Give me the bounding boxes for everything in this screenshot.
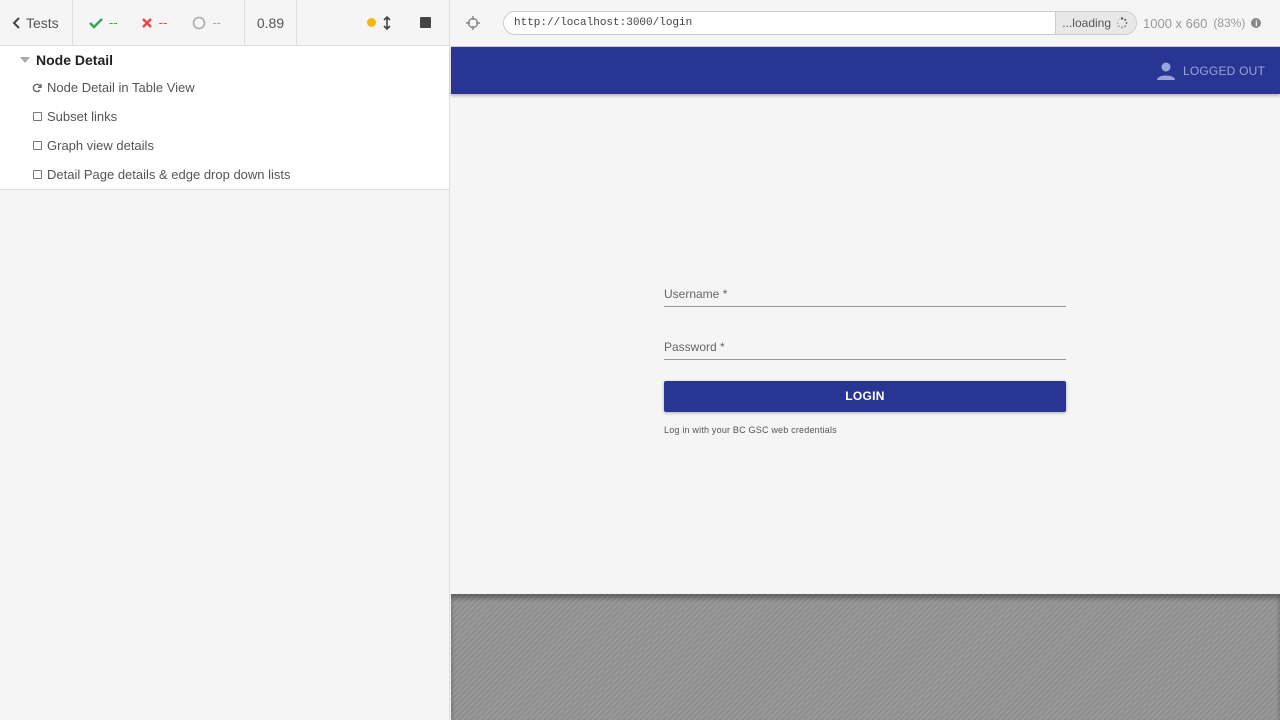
x-icon — [141, 17, 152, 28]
test-item[interactable]: Node Detail in Table View — [0, 73, 449, 102]
login-form: Username * Password * LOGIN Log in with … — [664, 281, 1066, 435]
loading-label: ...loading — [1062, 16, 1111, 30]
duration: 0.89 — [245, 0, 297, 45]
test-label: Subset links — [47, 109, 118, 124]
viewport-scale: (83%) — [1213, 16, 1246, 30]
test-label: Node Detail in Table View — [47, 80, 195, 95]
suite-title-row[interactable]: Node Detail — [0, 46, 449, 73]
test-item[interactable]: Graph view details — [0, 131, 449, 160]
test-item[interactable]: Detail Page details & edge drop down lis… — [0, 160, 449, 189]
passed-stat: -- — [89, 15, 141, 30]
crosshairs-icon[interactable] — [465, 15, 481, 31]
password-field[interactable]: Password * — [664, 334, 1066, 360]
app-iframe: LOGGED OUT Username * Password * LOGIN L… — [451, 46, 1280, 594]
app-under-test-panel: http://localhost:3000/login ...loading 1… — [451, 0, 1280, 720]
viewport-size: 1000 x 660 — [1143, 15, 1208, 31]
failed-count: -- — [158, 15, 168, 30]
person-icon — [1156, 62, 1175, 80]
user-status-label: LOGGED OUT — [1182, 63, 1265, 78]
test-reporter-panel: Tests -- -- -- 0.89 Node Detail Node Det… — [0, 0, 450, 720]
login-button[interactable]: LOGIN — [664, 380, 1066, 412]
test-label: Detail Page details & edge drop down lis… — [47, 167, 291, 182]
tests-nav-button[interactable]: Tests — [0, 0, 73, 45]
square-outline-icon — [32, 141, 42, 151]
square-outline-icon — [32, 112, 42, 122]
reporter-controls — [297, 0, 449, 45]
square-outline-icon — [32, 170, 42, 180]
spinner-icon — [1116, 17, 1128, 29]
username-field[interactable]: Username * — [664, 281, 1066, 307]
app-top-bar: LOGGED OUT — [451, 47, 1280, 94]
circle-notch-icon — [193, 16, 206, 29]
reporter-header: Tests -- -- -- 0.89 — [0, 0, 449, 46]
test-stats: -- -- -- — [73, 0, 245, 45]
viewport-background — [451, 594, 1280, 720]
stop-button[interactable] — [420, 17, 431, 28]
password-label: Password * — [664, 340, 725, 354]
login-hint: Log in with your BC GSC web credentials — [664, 424, 837, 435]
check-icon — [89, 17, 103, 29]
username-label: Username * — [664, 287, 728, 301]
user-status[interactable]: LOGGED OUT — [1156, 61, 1265, 81]
info-icon[interactable]: i — [1251, 18, 1262, 28]
caret-down-icon — [20, 56, 30, 63]
auto-scroll-toggle-icon[interactable] — [382, 15, 392, 30]
url-bar[interactable]: http://localhost:3000/login ...loading — [503, 11, 1137, 35]
pending-count: -- — [212, 15, 222, 30]
failed-stat: -- — [141, 15, 193, 30]
running-indicator-icon — [367, 18, 376, 27]
loading-indicator: ...loading — [1055, 12, 1136, 34]
test-item[interactable]: Subset links — [0, 102, 449, 131]
passed-count: -- — [109, 15, 118, 30]
chevron-left-icon — [12, 16, 20, 29]
url-text: http://localhost:3000/login — [514, 17, 693, 29]
pending-stat: -- — [192, 15, 244, 30]
aut-header: http://localhost:3000/login ...loading 1… — [451, 0, 1280, 46]
suite: Node Detail Node Detail in Table View Su… — [0, 46, 449, 190]
tests-label: Tests — [26, 14, 59, 31]
suite-title: Node Detail — [36, 51, 114, 68]
viewport-info: 1000 x 660 (83%) i — [1143, 15, 1262, 31]
test-label: Graph view details — [47, 138, 154, 153]
refresh-icon — [32, 83, 42, 93]
